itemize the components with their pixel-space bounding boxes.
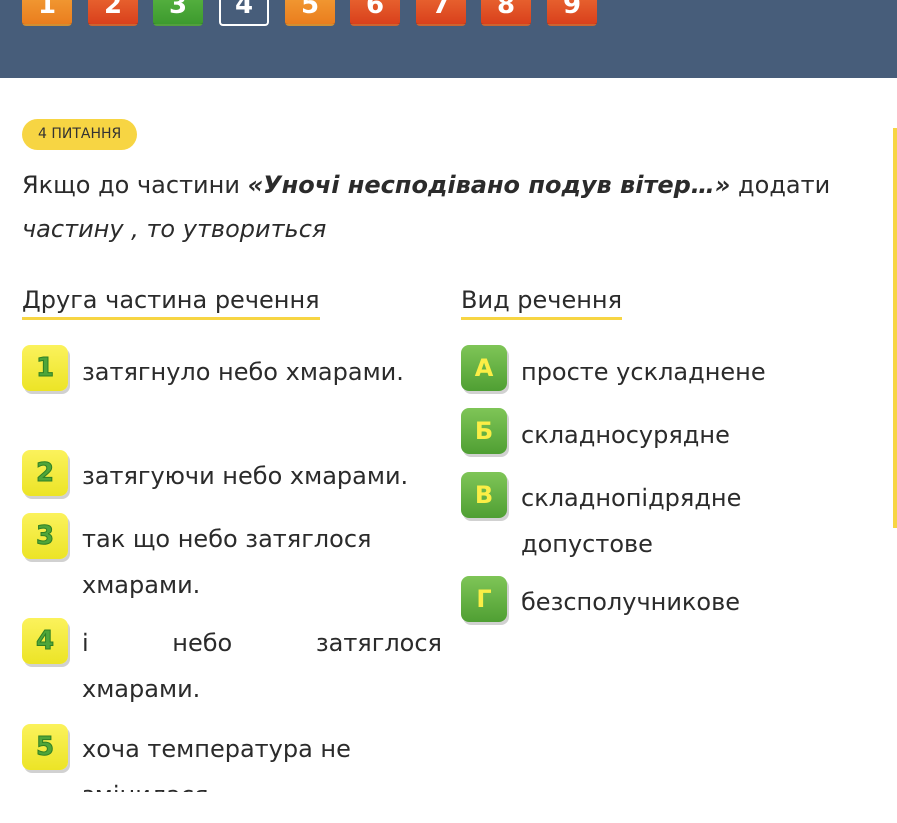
left-option-5-key[interactable]: 5: [22, 724, 68, 770]
right-option-g-text: безсполучникове: [521, 588, 740, 616]
right-option-v-line2: допустове: [521, 530, 653, 558]
question-text-start: Якщо до частини: [22, 171, 248, 199]
left-option-4-key[interactable]: 4: [22, 618, 68, 664]
right-option-v-key[interactable]: В: [461, 472, 507, 518]
right-option-v-line1: складнопідрядне: [521, 484, 742, 512]
left-option-2-key[interactable]: 2: [22, 450, 68, 496]
nav-question-3-button[interactable]: 3: [153, 0, 203, 26]
nav-question-4-button[interactable]: 4: [219, 0, 269, 26]
left-option-3-text: так що небо затяглося хмарами.: [82, 516, 371, 608]
left-option-4-text: і небо затяглося хмарами.: [82, 620, 442, 712]
nav-question-8-button[interactable]: 8: [481, 0, 531, 26]
left-option-1-key[interactable]: 1: [22, 345, 68, 391]
right-option-b-key[interactable]: Б: [461, 408, 507, 454]
nav-question-9-button[interactable]: 9: [547, 0, 597, 26]
nav-question-1-button[interactable]: 1: [22, 0, 72, 26]
question-number-badge: 4 ПИТАННЯ: [22, 119, 138, 150]
right-accent-line: [893, 128, 897, 528]
left-option-5-text: хоча температура не змінилася.: [82, 726, 351, 792]
nav-question-5-button[interactable]: 5: [285, 0, 335, 26]
nav-question-2-button[interactable]: 2: [88, 0, 138, 26]
right-column-title: Вид речення: [461, 283, 623, 320]
nav-question-6-button[interactable]: 6: [350, 0, 400, 26]
left-column-title: Друга частина речення: [22, 283, 320, 320]
right-option-g-key[interactable]: Г: [461, 576, 507, 622]
question-nav-bar: 1 2 3 4 5 6 7 8 9: [0, 0, 897, 78]
nav-question-7-button[interactable]: 7: [416, 0, 466, 26]
left-option-4-word: небо: [172, 629, 233, 657]
left-option-5-line1: хоча температура не: [82, 735, 351, 763]
left-option-4-line1: і небо затяглося: [82, 620, 442, 666]
question-text-end: додати: [730, 171, 831, 199]
right-option-a-text: просте ускладнене: [521, 358, 766, 386]
right-option-b-text: складносурядне: [521, 421, 730, 449]
question-text-line2: частину , то утвориться: [22, 215, 327, 243]
left-option-3-line2: хмарами.: [82, 571, 201, 599]
left-option-4-word: і: [82, 629, 89, 657]
left-option-3-line1: так що небо затяглося: [82, 525, 372, 553]
left-option-2-text: затягуючи небо хмарами.: [82, 462, 409, 490]
question-quoted-clause: «Уночі несподівано подув вітер…»: [247, 171, 731, 199]
left-option-1-text: затягнуло небо хмарами.: [82, 358, 404, 386]
right-option-v-text: складнопідрядне допустове: [521, 475, 741, 567]
right-option-a-key[interactable]: А: [461, 345, 507, 391]
left-option-4-word: затяглося: [315, 629, 442, 657]
left-option-5-line2: змінилася.: [82, 772, 351, 792]
left-option-4-line2: хмарами.: [82, 675, 201, 703]
question-text: Якщо до частини «Уночі несподівано подув…: [22, 163, 887, 251]
left-option-3-key[interactable]: 3: [22, 513, 68, 559]
